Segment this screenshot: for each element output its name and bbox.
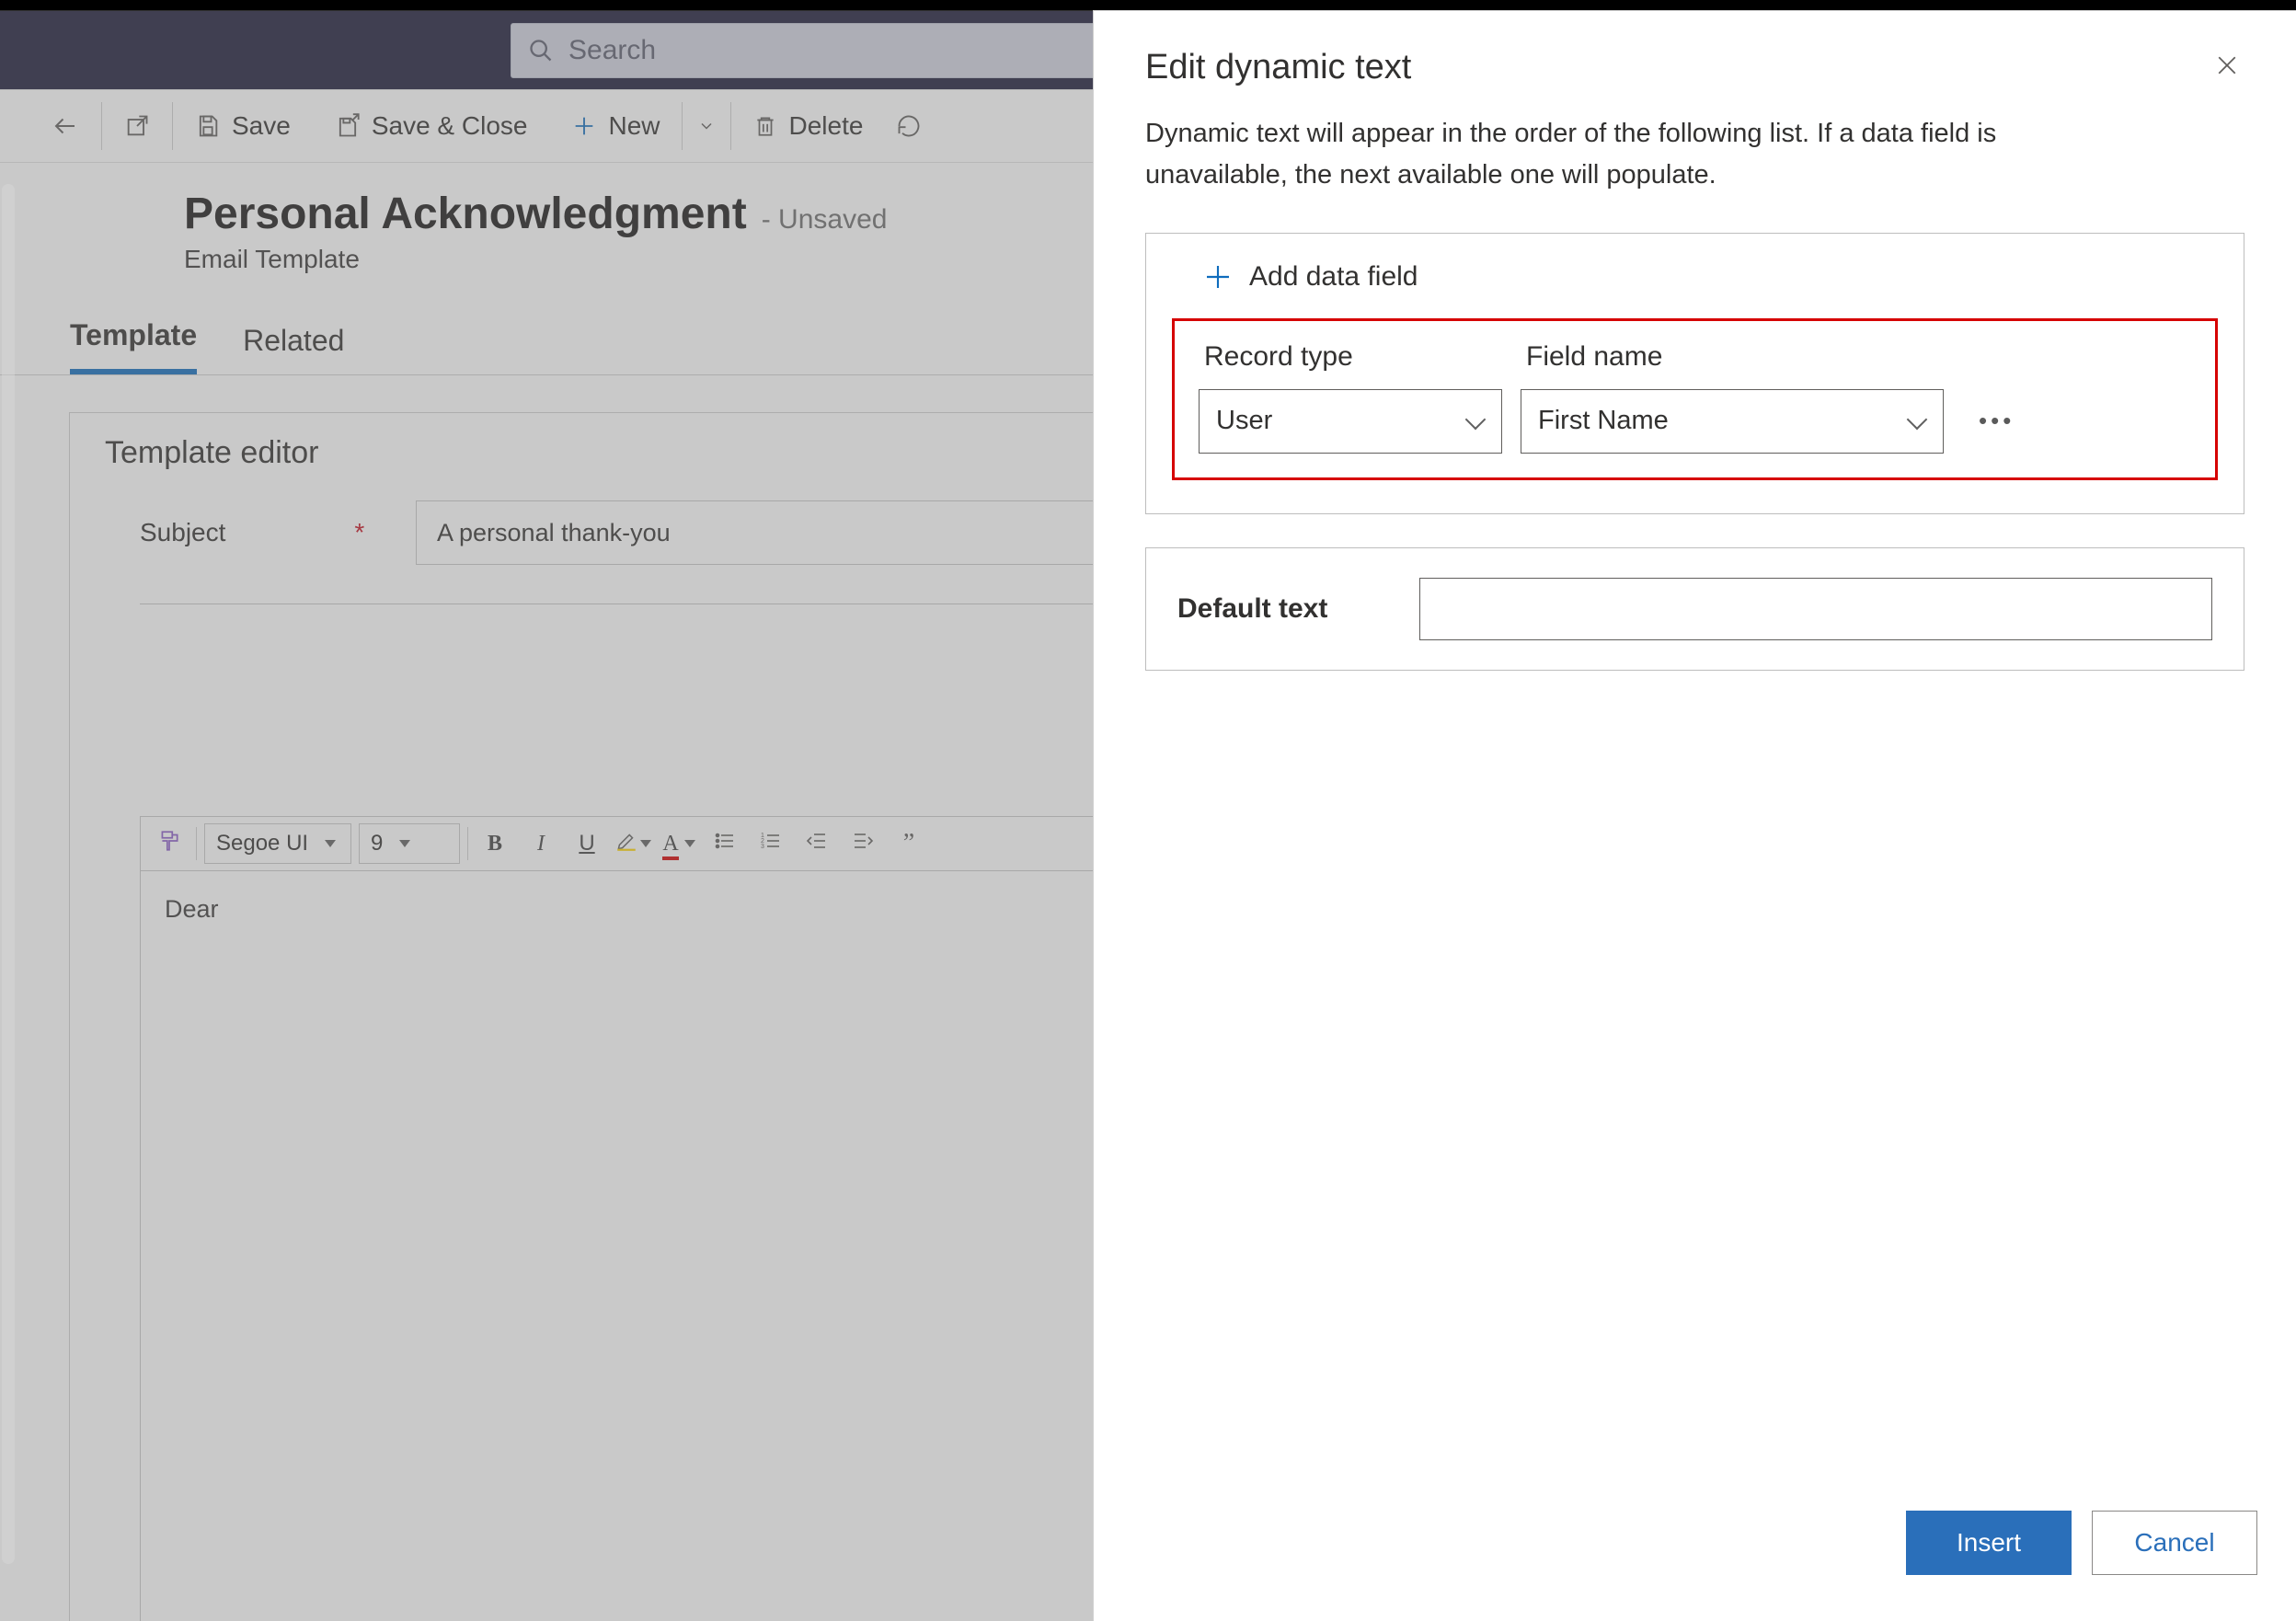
default-text-label: Default text	[1177, 593, 1327, 625]
default-text-card: Default text	[1145, 547, 2244, 671]
record-type-select[interactable]: User	[1199, 389, 1502, 454]
field-name-value: First Name	[1538, 406, 1669, 436]
insert-button[interactable]: Insert	[1906, 1511, 2072, 1575]
field-name-label: Field name	[1521, 341, 1944, 373]
chevron-down-icon	[1466, 416, 1485, 427]
panel-footer: Insert Cancel	[1094, 1511, 2296, 1621]
panel-description: Dynamic text will appear in the order of…	[1145, 113, 2102, 196]
close-icon	[2213, 67, 2241, 83]
add-data-field-button[interactable]: Add data field	[1146, 261, 2244, 318]
row-more-button[interactable]: •••	[1979, 407, 2015, 435]
data-fields-card: Add data field Record type User Field na…	[1145, 233, 2244, 514]
panel-close-button[interactable]	[2210, 48, 2244, 87]
more-icon: •••	[1979, 407, 2015, 434]
chevron-down-icon	[1908, 416, 1926, 427]
record-type-label: Record type	[1199, 341, 1502, 373]
panel-title: Edit dynamic text	[1145, 48, 1411, 87]
add-data-field-label: Add data field	[1249, 261, 1418, 293]
data-field-row-highlight: Record type User Field name First Name	[1172, 318, 2218, 480]
edit-dynamic-text-panel: Edit dynamic text Dynamic text will appe…	[1093, 10, 2296, 1621]
field-name-select[interactable]: First Name	[1521, 389, 1944, 454]
plus-icon	[1203, 262, 1233, 292]
cancel-button[interactable]: Cancel	[2092, 1511, 2257, 1575]
default-text-input[interactable]	[1419, 578, 2212, 640]
vertical-scrollbar[interactable]	[2, 184, 15, 1564]
record-type-value: User	[1216, 406, 1272, 436]
